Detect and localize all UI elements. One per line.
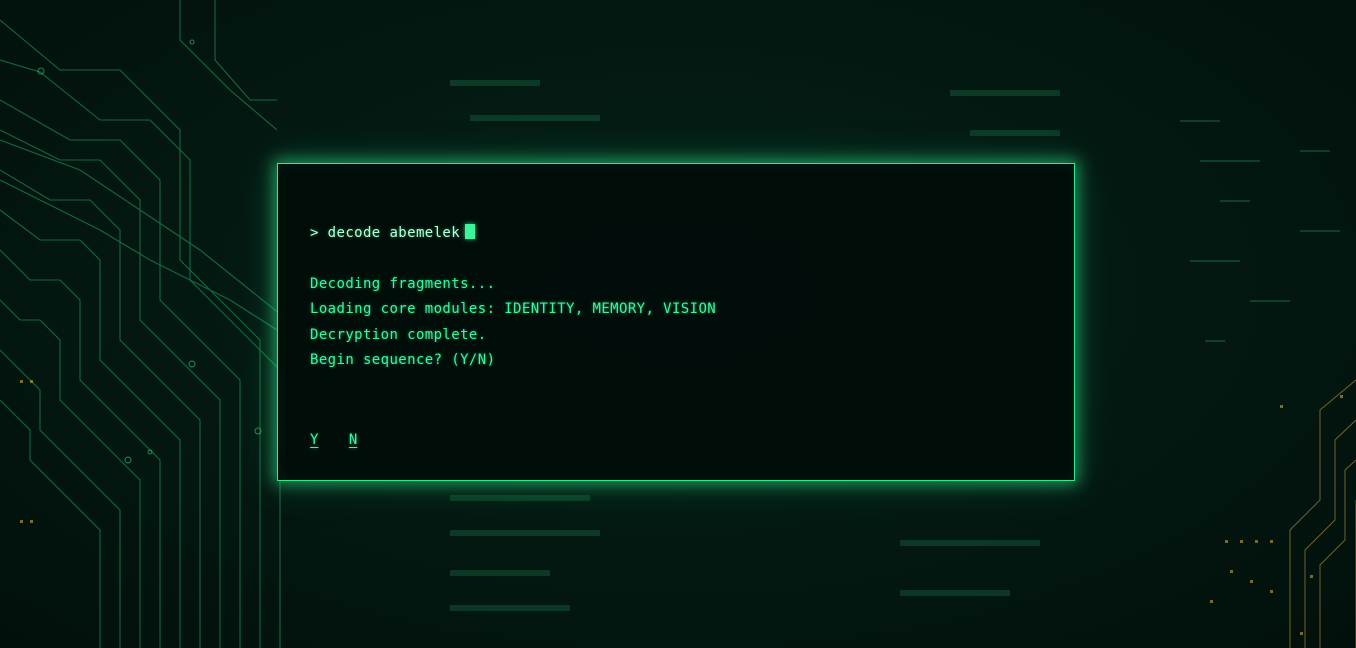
background-scene: > decode abemelek Decoding fragments... … <box>0 0 1356 648</box>
command-prompt-line[interactable]: > decode abemelek <box>310 224 476 241</box>
output-line: Decryption complete. <box>310 327 487 343</box>
terminal-window: > decode abemelek Decoding fragments... … <box>277 163 1075 481</box>
command-text: > decode abemelek <box>310 225 461 241</box>
block-cursor-icon <box>465 224 476 239</box>
output-line: Loading core modules: IDENTITY, MEMORY, … <box>310 301 717 317</box>
output-line: Begin sequence? (Y/N) <box>310 352 496 368</box>
no-choice-link[interactable]: N <box>349 432 357 448</box>
yes-choice-link[interactable]: Y <box>310 432 318 448</box>
output-line: Decoding fragments... <box>310 276 496 292</box>
choice-group: Y N <box>310 432 379 448</box>
